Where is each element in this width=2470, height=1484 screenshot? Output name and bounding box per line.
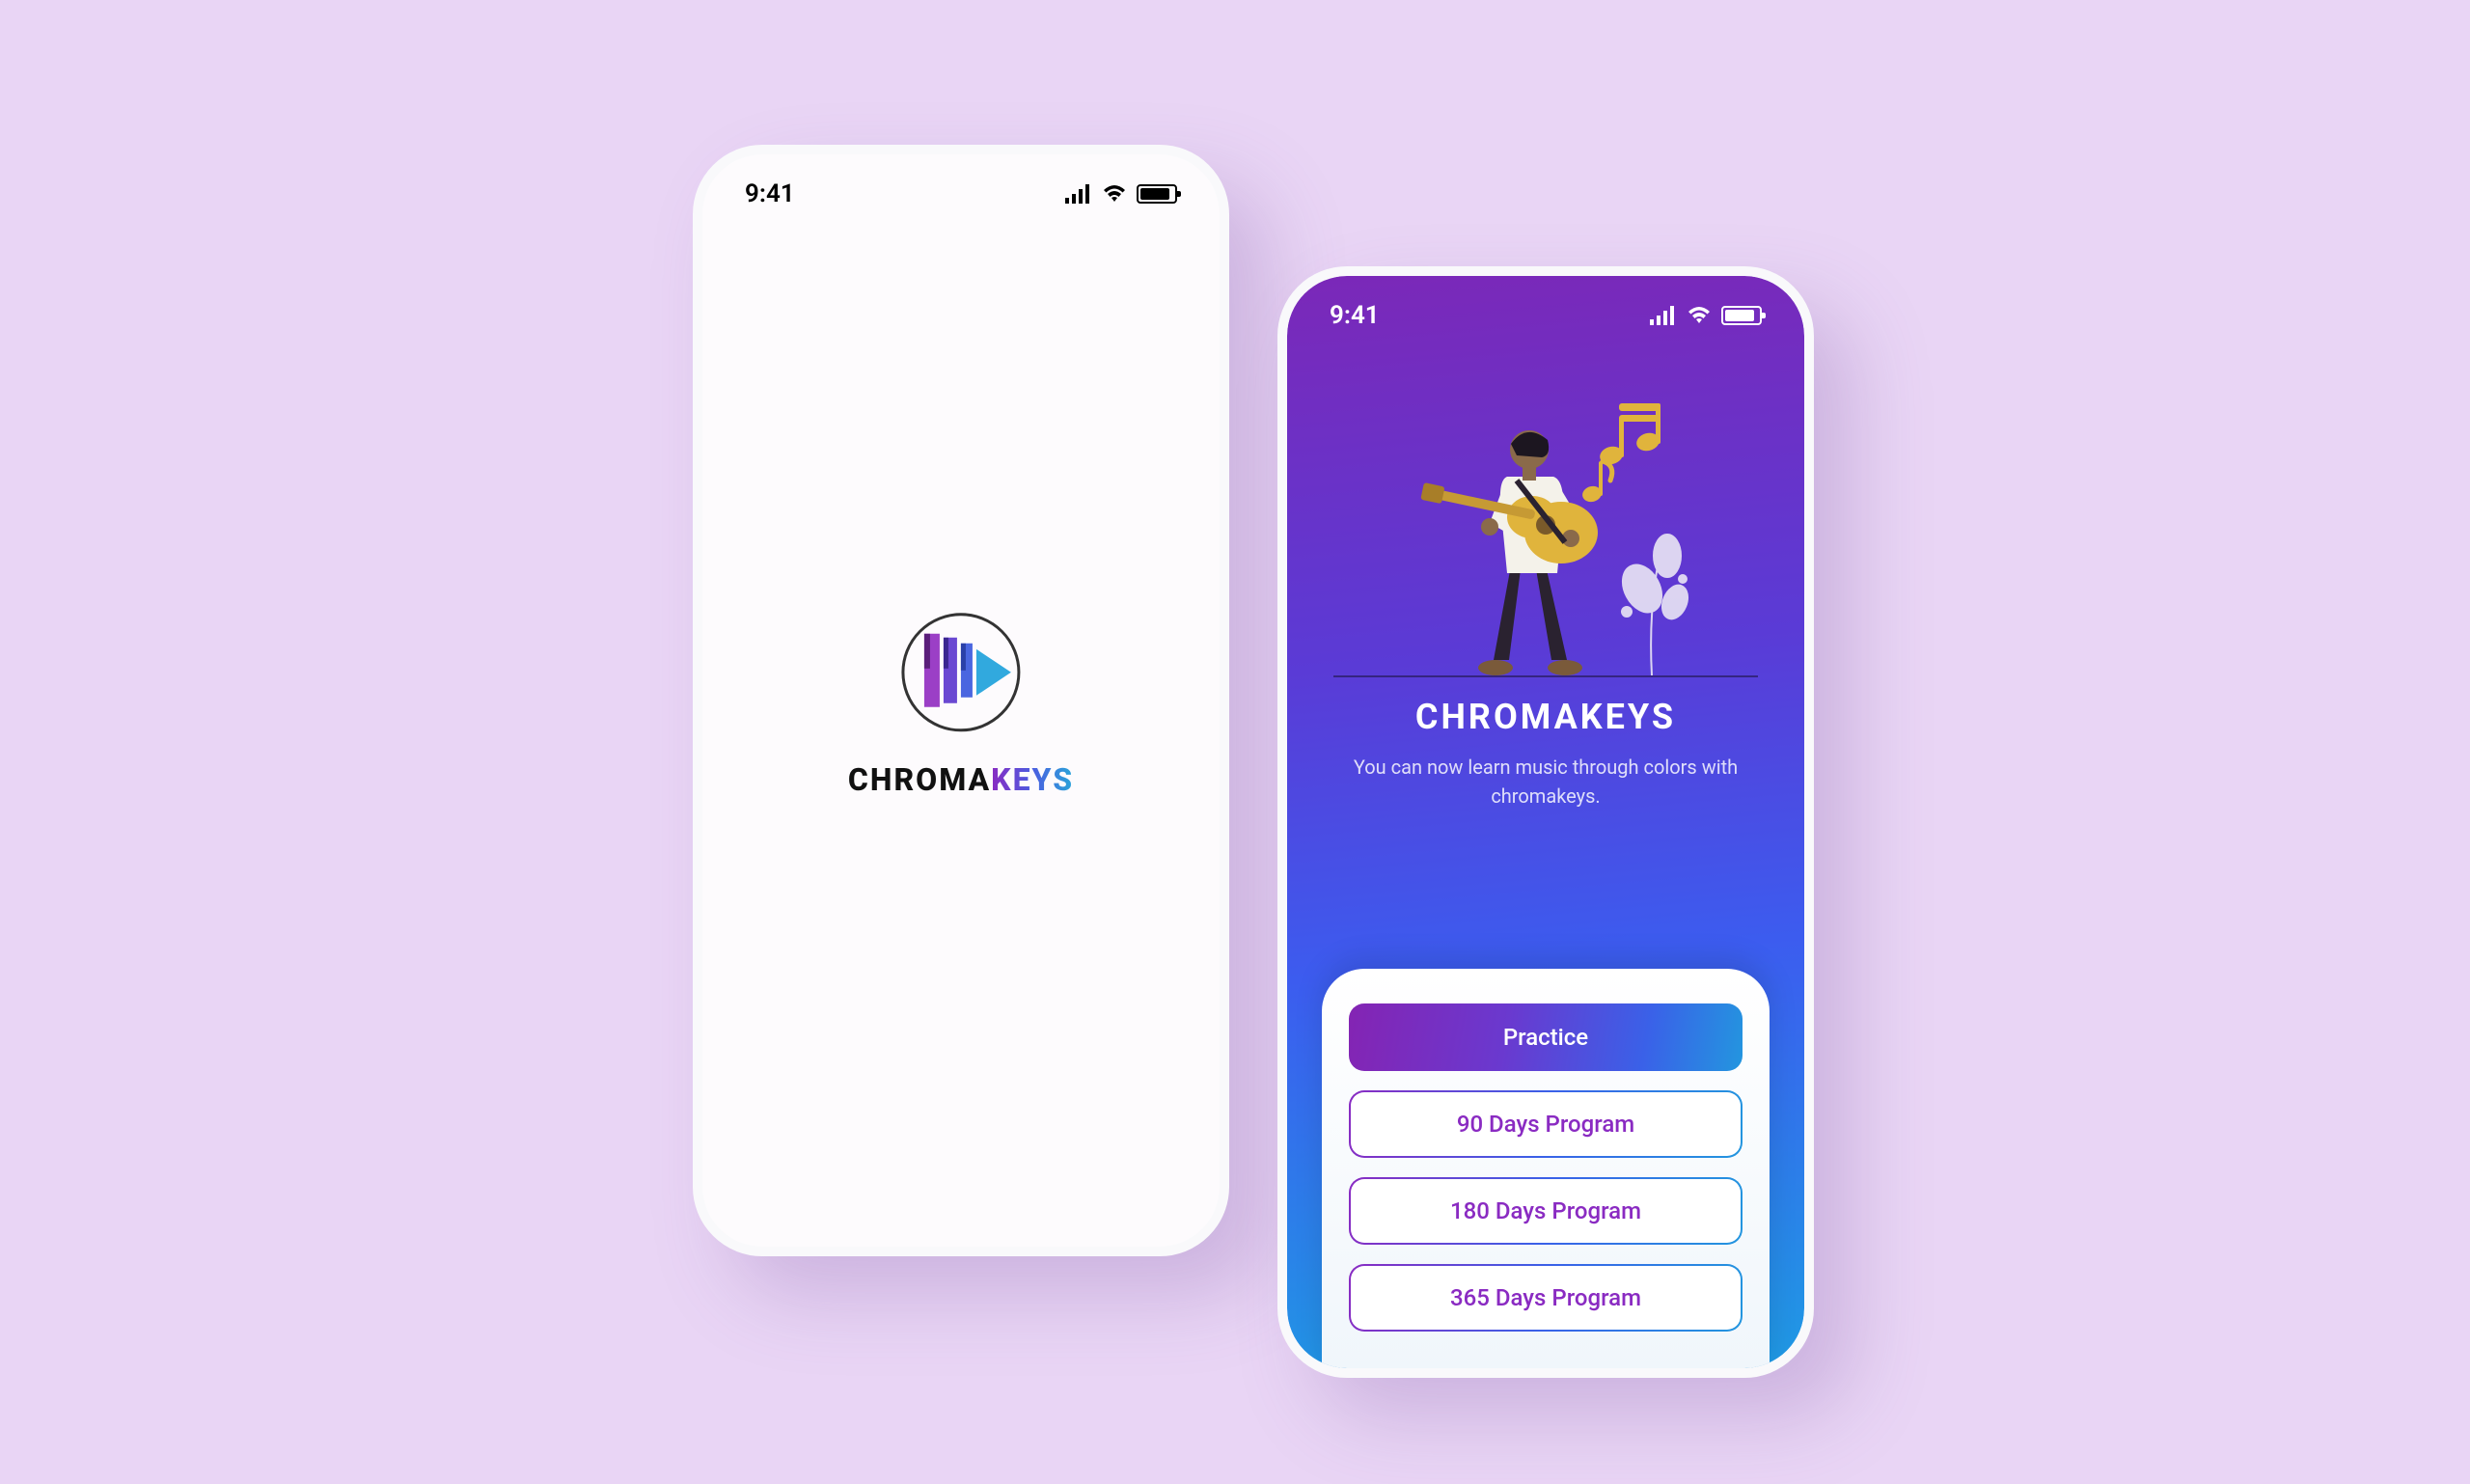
splash-screen: 9:41	[702, 154, 1220, 1247]
program-90-label: 90 Days Program	[1457, 1111, 1634, 1138]
wifi-icon	[1102, 184, 1127, 204]
battery-icon	[1137, 184, 1177, 204]
program-365-button[interactable]: 365 Days Program	[1349, 1264, 1743, 1332]
program-365-label: 365 Days Program	[1450, 1284, 1641, 1311]
logo-text-chroma: CHROMA	[848, 761, 991, 798]
home-screen: 9:41	[1287, 276, 1804, 1368]
status-indicators	[1650, 306, 1762, 325]
program-180-label: 180 Days Program	[1450, 1197, 1641, 1224]
status-indicators	[1065, 184, 1177, 204]
signal-icon	[1065, 184, 1092, 204]
logo-text-keys: KEYS	[991, 761, 1074, 798]
logo-mark-icon	[884, 595, 1038, 750]
musician-illustration	[1372, 388, 1719, 677]
program-panel: Practice 90 Days Program 180 Days Progra…	[1322, 969, 1770, 1368]
program-90-button[interactable]: 90 Days Program	[1349, 1090, 1743, 1158]
ground-line	[1333, 675, 1758, 677]
app-subtitle: You can now learn music through colors w…	[1343, 753, 1748, 811]
wifi-icon	[1687, 306, 1712, 325]
status-time: 9:41	[745, 179, 795, 208]
practice-button-label: Practice	[1503, 1024, 1588, 1051]
hero-section: CHROMAKEYS You can now learn music throu…	[1287, 388, 1804, 811]
logo-text: CHROMAKEYS	[848, 761, 1074, 798]
status-bar: 9:41	[1287, 301, 1804, 330]
app-logo: CHROMAKEYS	[848, 595, 1074, 798]
battery-icon	[1721, 306, 1762, 325]
phone-mockup-splash: 9:41	[693, 145, 1229, 1256]
phone-mockup-home: 9:41	[1277, 266, 1814, 1378]
status-bar: 9:41	[702, 179, 1220, 208]
status-time: 9:41	[1330, 301, 1380, 330]
app-title: CHROMAKEYS	[1287, 697, 1804, 737]
signal-icon	[1650, 306, 1677, 325]
program-180-button[interactable]: 180 Days Program	[1349, 1177, 1743, 1245]
practice-button[interactable]: Practice	[1349, 1003, 1743, 1071]
